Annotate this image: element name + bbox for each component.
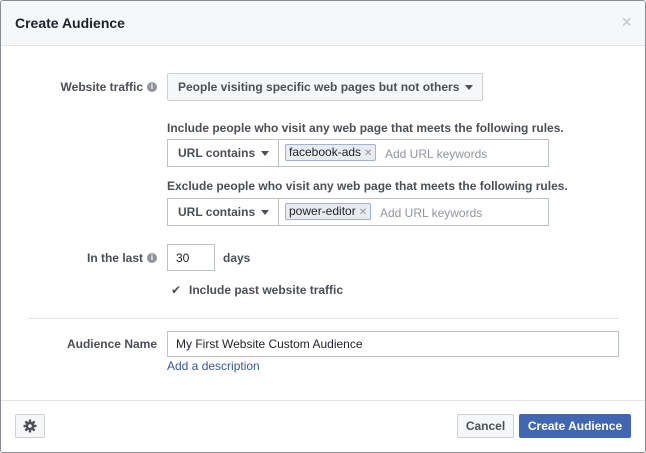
create-audience-button[interactable]: Create Audience <box>519 414 631 438</box>
url-keyword-token: facebook-ads ✕ <box>285 144 377 161</box>
in-the-last-label-text: In the last <box>86 251 143 265</box>
exclude-url-row: URL contains power-editor ✕ <box>167 198 549 226</box>
include-condition-dropdown[interactable]: URL contains <box>168 140 279 166</box>
gear-icon <box>23 419 37 433</box>
days-unit-label: days <box>223 251 251 265</box>
include-condition-label: URL contains <box>178 146 256 160</box>
create-audience-dialog: Create Audience × Website traffic i Peopl… <box>0 0 646 453</box>
close-icon[interactable]: × <box>621 12 632 32</box>
dialog-title: Create Audience <box>15 15 125 31</box>
website-traffic-dropdown[interactable]: People visiting specific web pages but n… <box>167 73 483 101</box>
chevron-down-icon <box>261 151 270 157</box>
include-past-label: Include past website traffic <box>189 283 344 297</box>
dialog-header: Create Audience × <box>1 1 645 46</box>
include-past-checkbox[interactable]: ✔ <box>171 284 183 296</box>
token-label: facebook-ads <box>289 145 362 159</box>
include-url-row: URL contains facebook-ads ✕ <box>167 139 549 167</box>
website-traffic-label-text: Website traffic <box>60 80 143 94</box>
chevron-down-icon <box>261 210 270 216</box>
exclude-rule-heading: Exclude people who visit any web page th… <box>167 179 568 193</box>
audience-name-input[interactable] <box>167 331 619 357</box>
exclude-keyword-input[interactable] <box>378 202 547 224</box>
days-input[interactable] <box>167 244 215 271</box>
section-divider <box>28 318 619 319</box>
dialog-footer: Cancel Create Audience <box>1 400 645 452</box>
website-traffic-selected: People visiting specific web pages but n… <box>178 80 460 94</box>
website-traffic-label: Website traffic i <box>61 80 157 94</box>
remove-token-icon[interactable]: ✕ <box>359 207 367 218</box>
add-description-link[interactable]: Add a description <box>167 359 260 373</box>
include-rule-heading: Include people who visit any web page th… <box>167 121 564 135</box>
cancel-button[interactable]: Cancel <box>457 414 514 438</box>
token-label: power-editor <box>289 204 356 218</box>
include-keyword-input[interactable] <box>383 143 547 165</box>
settings-button[interactable] <box>15 414 45 438</box>
in-the-last-label: In the last i <box>87 251 157 265</box>
chevron-down-icon <box>465 85 474 91</box>
exclude-condition-label: URL contains <box>178 205 256 219</box>
info-icon[interactable]: i <box>147 81 157 92</box>
exclude-condition-dropdown[interactable]: URL contains <box>168 199 279 225</box>
audience-name-label: Audience Name <box>66 337 157 351</box>
info-icon[interactable]: i <box>147 252 157 263</box>
remove-token-icon[interactable]: ✕ <box>364 148 372 159</box>
url-keyword-token: power-editor ✕ <box>285 203 372 220</box>
